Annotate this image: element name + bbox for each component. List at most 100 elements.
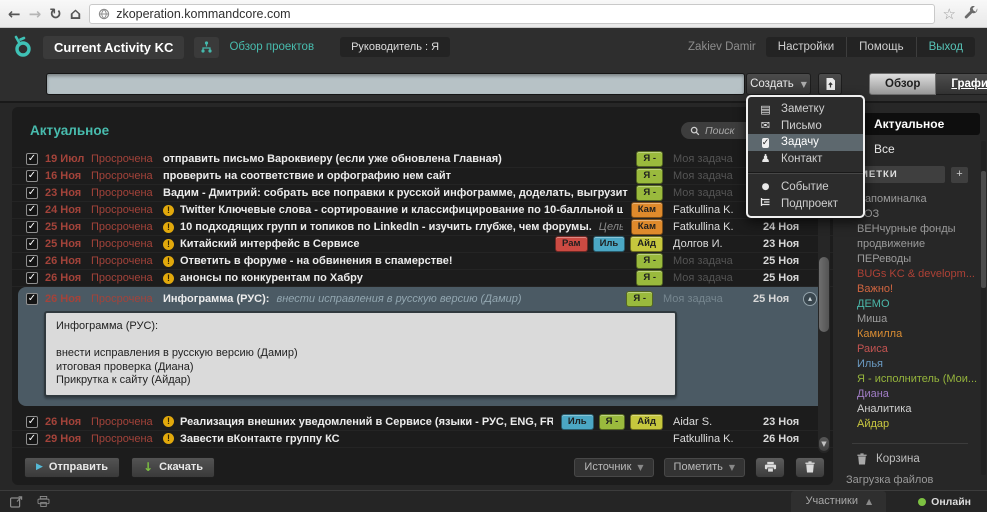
help-link[interactable]: Помощь xyxy=(846,37,915,57)
print-button[interactable] xyxy=(755,457,785,478)
browser-refresh-icon[interactable]: ↻ xyxy=(49,4,62,24)
task-row[interactable]: ✓29 НояПросрочена!Завести вКонтакте груп… xyxy=(12,431,833,448)
sidebar-scrollbar[interactable] xyxy=(981,141,986,475)
menu-item-mail[interactable]: ✉ Письмо xyxy=(748,118,863,135)
upload-files-link[interactable]: Загрузка файлов xyxy=(845,465,980,486)
task-status-overdue: Просрочена xyxy=(91,204,163,216)
sidebar-tag-item[interactable]: Айдар xyxy=(845,417,980,432)
scrollbar-thumb[interactable] xyxy=(819,257,829,332)
sidebar-tag-item[interactable]: Важно! xyxy=(845,282,980,297)
download-button[interactable]: ↓ Скачать xyxy=(131,457,215,478)
important-icon: ! xyxy=(163,433,174,444)
sidebar-scrollbar-thumb[interactable] xyxy=(981,171,986,288)
task-row[interactable]: ✓26 НояПросрочена!Ответить в форуме - на… xyxy=(12,253,833,270)
browser-home-icon[interactable]: ⌂ xyxy=(70,4,81,24)
task-checkbox[interactable]: ✓ xyxy=(26,153,38,165)
browser-wrench-icon[interactable] xyxy=(964,6,979,21)
section-title: Актуальное xyxy=(30,123,109,138)
tag-badge: Я - xyxy=(636,168,663,184)
sidebar-tag-item[interactable]: Я - исполнитель (Мои... xyxy=(845,372,980,387)
delete-button[interactable] xyxy=(795,457,825,478)
browser-back-icon[interactable]: ← xyxy=(8,4,21,24)
task-row[interactable]: ✓26 НояПросрочена!анонсы по конкурентам … xyxy=(12,270,833,287)
task-title: Китайский интерфейс в Сервисе xyxy=(180,238,359,250)
mark-dropdown[interactable]: Пометить ▼ xyxy=(664,458,745,477)
task-row[interactable]: ✓16 НояПросроченапроверить на соответств… xyxy=(12,168,833,185)
task-row[interactable]: ✓23 НояПросроченаВадим - Дмитрий: собрат… xyxy=(12,185,833,202)
sidebar-filter-actual[interactable]: Актуальное xyxy=(845,113,980,135)
sidebar-tag-item[interactable]: ПЕРеводы xyxy=(845,252,980,267)
menu-item-subproject[interactable]: Подпроект xyxy=(748,196,863,213)
projects-overview-link[interactable]: Обзор проектов xyxy=(229,41,314,53)
sidebar-tag-item[interactable]: ВЕНчурные фонды xyxy=(845,222,980,237)
sidebar-tag-item[interactable]: продвижение xyxy=(845,237,980,252)
task-row[interactable]: ✓25 НояПросрочена!10 подходящих групп и … xyxy=(12,219,833,236)
send-button[interactable]: ▶ Отправить xyxy=(24,457,120,478)
project-tree-button[interactable] xyxy=(194,37,219,58)
quick-add-input[interactable] xyxy=(46,73,745,95)
task-row[interactable]: ✓24 НояПросрочена!Twitter Ключевые слова… xyxy=(12,202,833,219)
task-checkbox[interactable]: ✓ xyxy=(26,204,38,216)
task-start-date: 26 Ноя xyxy=(45,293,91,305)
role-badge: Руководитель : Я xyxy=(340,37,450,57)
task-checkbox[interactable]: ✓ xyxy=(26,255,38,267)
sidebar-tag-item[interactable]: Миша xyxy=(845,312,980,327)
collapse-task-button[interactable]: ▴ xyxy=(803,292,817,306)
sidebar-filter-all[interactable]: Все xyxy=(845,138,980,160)
task-checkbox[interactable]: ✓ xyxy=(26,416,38,428)
sidebar-tag-item[interactable]: Аналитика xyxy=(845,402,980,417)
source-dropdown[interactable]: Источник ▼ xyxy=(574,458,653,477)
task-row[interactable]: ✓26 НояПросроченаИнфограмма (РУС):внести… xyxy=(18,287,827,307)
tag-badge: Рам xyxy=(555,236,588,252)
create-button[interactable]: Создать ▼ xyxy=(746,73,811,95)
task-detail-panel[interactable]: Инфограмма (РУС): внести исправления в р… xyxy=(44,311,677,397)
important-icon: ! xyxy=(163,416,174,427)
task-row[interactable]: ✓25 НояПросрочена!Китайский интерфейс в … xyxy=(12,236,833,253)
task-row[interactable]: ✓26 НояПросрочена!Реализация внешних уве… xyxy=(12,414,833,431)
bookmark-star-icon[interactable]: ☆ xyxy=(943,5,956,23)
export-window-icon[interactable] xyxy=(10,496,23,508)
tree-icon xyxy=(200,41,213,53)
task-checkbox[interactable]: ✓ xyxy=(26,272,38,284)
tag-badge: Я - xyxy=(599,414,626,430)
task-checkbox[interactable]: ✓ xyxy=(26,433,38,445)
task-row[interactable]: ✓19 ИюлПросроченаотправить письмо Варокв… xyxy=(12,151,833,168)
sidebar-tag-item[interactable]: BUGs KC & developm... xyxy=(845,267,980,282)
logout-link[interactable]: Выход xyxy=(916,37,975,57)
settings-link[interactable]: Настройки xyxy=(766,37,846,57)
menu-item-task[interactable]: ✓ Задачу xyxy=(748,134,863,151)
attach-file-button[interactable] xyxy=(818,73,842,95)
task-start-date: 23 Ноя xyxy=(45,187,91,199)
url-bar[interactable]: zkoperation.kommandcore.com xyxy=(89,4,934,24)
browser-forward-icon[interactable]: → xyxy=(29,4,42,24)
task-checkbox[interactable]: ✓ xyxy=(26,187,38,199)
task-title-cell: Вадим - Дмитрий: собрать все поправки к … xyxy=(163,187,628,199)
task-checkbox[interactable]: ✓ xyxy=(26,170,38,182)
menu-item-label: Письмо xyxy=(781,120,822,132)
online-label: Онлайн xyxy=(931,496,971,508)
menu-item-note[interactable]: ▤ Заметку xyxy=(748,101,863,118)
task-checkbox[interactable]: ✓ xyxy=(26,238,38,250)
add-tag-button[interactable]: + xyxy=(951,167,968,183)
printer-icon[interactable] xyxy=(37,496,50,507)
sidebar-tag-item[interactable]: ВОЗ xyxy=(845,207,980,222)
chevron-down-icon: ▼ xyxy=(729,463,735,472)
sidebar-tag-item[interactable]: Камилла xyxy=(845,327,980,342)
tag-badge: Я - xyxy=(636,185,663,201)
menu-item-event[interactable]: ● Событие xyxy=(748,179,863,196)
sidebar-tag-item[interactable]: Илья xyxy=(845,357,980,372)
scroll-down-button[interactable]: ▼ xyxy=(819,437,829,451)
sidebar-tag-item[interactable]: Диана xyxy=(845,387,980,402)
sidebar-tag-item[interactable]: ДЕМО xyxy=(845,297,980,312)
task-checkbox[interactable]: ✓ xyxy=(26,293,38,305)
tag-badge: Кам xyxy=(631,219,663,235)
view-chart-button[interactable]: График xyxy=(936,73,987,95)
sidebar-tag-item[interactable]: Раиса xyxy=(845,342,980,357)
detail-line: внести исправления в русскую версию (Дам… xyxy=(56,347,665,361)
task-checkbox[interactable]: ✓ xyxy=(26,221,38,233)
sidebar-trash[interactable]: Корзина xyxy=(845,453,980,465)
menu-item-contact[interactable]: ♟ Контакт xyxy=(748,151,863,168)
sidebar-tag-item[interactable]: Напоминалка xyxy=(845,192,980,207)
participants-toggle[interactable]: Участники ▲ xyxy=(791,491,886,512)
view-overview-button[interactable]: Обзор xyxy=(869,73,936,95)
